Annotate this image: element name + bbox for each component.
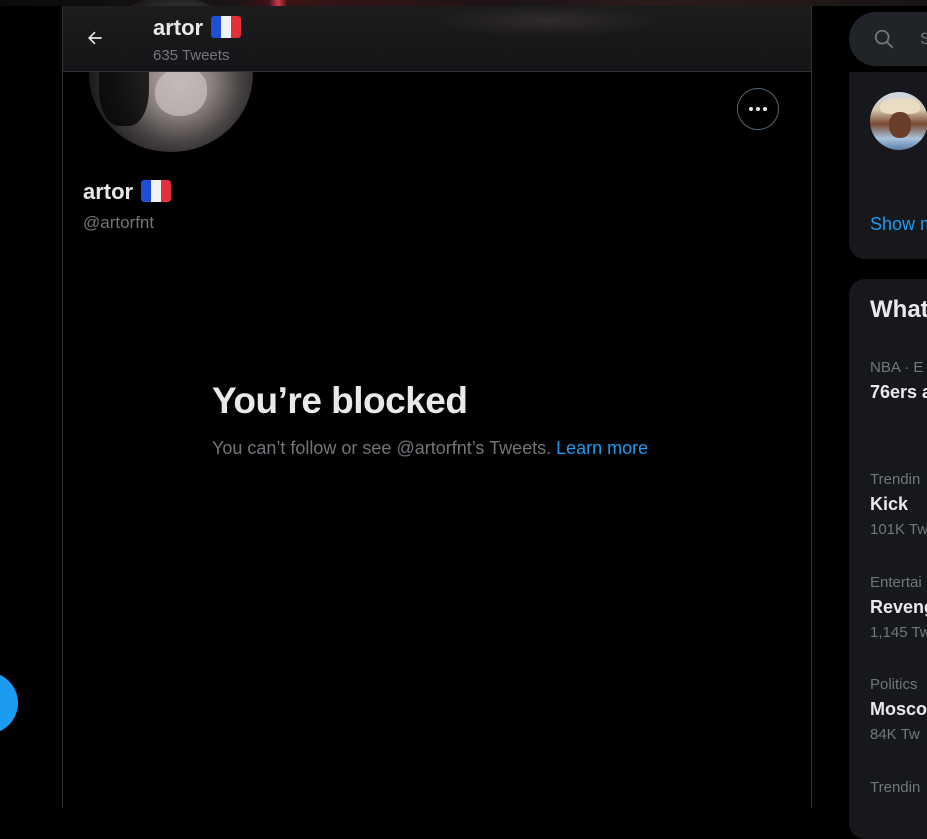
- trend-name: 76ers a: [870, 382, 927, 402]
- france-flag-icon: [211, 16, 242, 39]
- trend-context: Politics: [870, 676, 918, 693]
- search-icon: [874, 29, 894, 49]
- trend-context: Trendin: [870, 779, 921, 796]
- search-bar[interactable]: S: [849, 12, 927, 66]
- show-more-link[interactable]: Show m: [870, 214, 927, 235]
- france-flag-icon: [141, 180, 172, 203]
- trend-item[interactable]: Trendin Kick 101K Tw: [870, 471, 927, 538]
- blocked-message-text: You can’t follow or see @artorfnt’s Twee…: [212, 438, 552, 458]
- more-options-button[interactable]: [737, 88, 779, 130]
- profile-handle: @artorfnt: [83, 213, 155, 232]
- trend-context: NBA · E: [870, 359, 924, 376]
- trend-item[interactable]: Entertai Reveng 1,145 Tw: [870, 574, 927, 641]
- trend-count: 101K Tw: [870, 521, 927, 538]
- suggested-user-avatar[interactable]: [870, 92, 927, 150]
- trend-count: 1,145 Tw: [870, 624, 927, 641]
- arrow-left-icon: [88, 31, 102, 45]
- search-placeholder: S: [920, 29, 927, 48]
- profile-name-text: artor: [83, 179, 134, 204]
- blocked-message: You can’t follow or see @artorfnt’s Twee…: [212, 436, 652, 461]
- compose-tweet-button[interactable]: [0, 672, 18, 734]
- trend-item[interactable]: Politics Mosco 84K Tw: [870, 676, 927, 743]
- tweet-count: 635 Tweets: [153, 47, 230, 64]
- learn-more-link[interactable]: Learn more: [556, 438, 648, 458]
- header-name-text: artor: [153, 15, 204, 40]
- trend-count: 84K Tw: [870, 726, 920, 743]
- profile-display-name: artor: [83, 179, 172, 205]
- trend-item[interactable]: NBA · E 76ers a: [870, 359, 927, 403]
- trend-item[interactable]: Trendin: [870, 779, 920, 796]
- blocked-title: You’re blocked: [212, 380, 468, 421]
- trend-name: Kick: [870, 494, 909, 514]
- ellipsis-icon: [749, 107, 767, 111]
- profile-header-bar: artor 635 Tweets: [63, 6, 811, 72]
- trend-name: Reveng: [870, 597, 927, 617]
- trend-name: Mosco: [870, 699, 927, 719]
- trends-card: What NBA · E 76ers a Trendin Kick 101K T…: [849, 279, 927, 839]
- trend-context: Trendin: [870, 471, 921, 488]
- who-to-follow-card: Show m: [849, 72, 927, 259]
- back-button[interactable]: [77, 20, 113, 56]
- profile-column: artor 635 Tweets artor @artorfnt You’re …: [62, 0, 812, 808]
- trends-title: What: [870, 296, 927, 323]
- trend-context: Entertai: [870, 574, 922, 591]
- header-display-name: artor: [153, 15, 242, 41]
